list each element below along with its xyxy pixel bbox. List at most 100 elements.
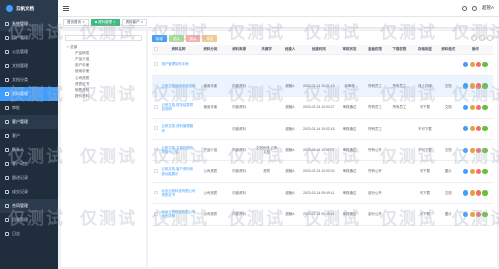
table-row[interactable]: 用户管理操作手册 bbox=[152, 54, 493, 76]
select-all-checkbox[interactable] bbox=[152, 45, 161, 55]
sidebar-item[interactable]: 跟进记录 bbox=[0, 171, 58, 185]
view-icon[interactable] bbox=[463, 211, 469, 218]
doc-name-link[interactable]: 云帆文档-客户资料系统功能展示 bbox=[160, 160, 197, 183]
download-icon[interactable] bbox=[482, 211, 488, 218]
row-checkbox[interactable] bbox=[152, 96, 161, 119]
add-button[interactable]: 新增 bbox=[152, 34, 167, 42]
fullscreen-icon[interactable] bbox=[471, 5, 477, 11]
row-checkbox[interactable] bbox=[152, 118, 161, 141]
edit-icon[interactable] bbox=[469, 126, 475, 132]
view-icon[interactable] bbox=[463, 126, 469, 132]
doc-name-link[interactable]: 云帆文档-资料管理模块 bbox=[160, 118, 197, 141]
doc-name-link[interactable]: 用户管理操作手册 bbox=[160, 54, 197, 76]
delete-icon[interactable] bbox=[476, 190, 482, 196]
edit-icon[interactable] bbox=[469, 104, 475, 111]
row-checkbox[interactable] bbox=[152, 139, 161, 162]
toggle-search-icon[interactable] bbox=[471, 35, 477, 41]
refresh-icon[interactable] bbox=[479, 35, 485, 41]
close-icon[interactable]: × bbox=[141, 20, 143, 24]
sidebar-item[interactable]: 文档管理 bbox=[0, 59, 58, 73]
doc-name-link[interactable]: 云帆文档-文档权限系统操作介绍 bbox=[160, 139, 197, 162]
table-row[interactable]: 北京云帆科技有限公司营业执照 公司资质 内部资料 超管A 2023-02-14 09:4… bbox=[152, 203, 493, 226]
view-icon[interactable] bbox=[463, 190, 469, 196]
columns-icon[interactable] bbox=[487, 35, 493, 41]
delete-icon[interactable] bbox=[476, 147, 482, 153]
close-icon[interactable]: × bbox=[114, 20, 116, 24]
delete-icon[interactable] bbox=[476, 211, 482, 218]
table-row[interactable]: 云帆文档-文档权限系统操作介绍 产品介绍 内部资料 文档系统 云帆文档 超管A 2023-… bbox=[152, 139, 493, 162]
table-row[interactable]: 云帆文档-财务结算项目说明 使用手册 内部资料 超管A 2023-02-14 10:02… bbox=[152, 96, 493, 119]
checkbox-icon[interactable] bbox=[154, 104, 159, 109]
delete-icon[interactable] bbox=[476, 83, 482, 89]
sidebar-item[interactable]: 客户 bbox=[0, 129, 58, 143]
download-icon[interactable] bbox=[482, 169, 488, 175]
row-checkbox[interactable] bbox=[152, 54, 161, 76]
tag-tab[interactable]: 首页首页 × bbox=[63, 18, 89, 26]
download-icon[interactable] bbox=[482, 83, 488, 89]
checkbox-icon[interactable] bbox=[154, 83, 159, 88]
sidebar-item[interactable]: 公告管理 bbox=[0, 45, 58, 59]
checkbox-icon[interactable] bbox=[154, 46, 159, 51]
row-checkbox[interactable] bbox=[152, 75, 161, 98]
view-icon[interactable] bbox=[463, 104, 469, 111]
edit-button[interactable]: 修改 bbox=[168, 34, 184, 42]
close-icon[interactable]: × bbox=[83, 20, 85, 24]
sidebar-item[interactable]: 联系人 bbox=[0, 143, 58, 157]
doc-name-link[interactable]: 北京云帆科技有限公司营业执照 bbox=[160, 203, 197, 226]
table-row[interactable]: 北京云帆科技有限公司资质证书 公司资质 内部资料 超管A 2023-02-14 09:4… bbox=[152, 182, 493, 205]
app-logo[interactable]: 云帆文档 bbox=[0, 0, 58, 17]
download-icon[interactable] bbox=[482, 62, 488, 68]
download-icon[interactable] bbox=[482, 190, 488, 196]
sidebar-item[interactable]: 合同管理 bbox=[0, 199, 58, 213]
tag-tab[interactable]: 资料客户 × bbox=[121, 18, 148, 26]
delete-icon[interactable] bbox=[476, 169, 482, 175]
delete-icon[interactable] bbox=[476, 126, 482, 132]
table-row[interactable]: 云帆文档-客户资料系统功能展示 公司资质 内部资料 资质 超管A 2023-02-14 1… bbox=[152, 160, 493, 183]
edit-icon[interactable] bbox=[469, 169, 475, 175]
sidebar-item[interactable]: 回款管理 bbox=[0, 213, 58, 227]
delete-icon[interactable] bbox=[476, 104, 482, 111]
row-checkbox[interactable] bbox=[152, 203, 161, 226]
sidebar-item[interactable]: 成交记录 bbox=[0, 185, 58, 199]
checkbox-icon[interactable] bbox=[154, 126, 159, 130]
delete-button[interactable]: 删除 bbox=[185, 34, 201, 42]
user-menu[interactable]: 超管A bbox=[482, 5, 494, 11]
view-icon[interactable] bbox=[463, 169, 469, 175]
sidebar-item[interactable]: 客户动态 bbox=[0, 157, 58, 171]
table-row[interactable]: 云帆文档使用系统说明 使用手册 内部资料 超管A 2023-02-14 10:31:19… bbox=[152, 75, 493, 98]
view-icon[interactable] bbox=[463, 147, 469, 153]
tag-tab[interactable]: 资料管理 × bbox=[90, 18, 120, 26]
edit-icon[interactable] bbox=[469, 83, 475, 89]
view-icon[interactable] bbox=[463, 62, 469, 68]
sidebar-item[interactable]: 文档分类 bbox=[0, 73, 58, 87]
tree-node[interactable]: 报价资料 bbox=[65, 94, 142, 100]
menu-toggle-icon[interactable] bbox=[63, 5, 69, 11]
checkbox-icon[interactable] bbox=[154, 190, 159, 195]
edit-icon[interactable] bbox=[469, 62, 475, 68]
sidebar-item[interactable]: 客户管理 bbox=[0, 115, 58, 129]
edit-icon[interactable] bbox=[469, 190, 475, 196]
row-checkbox[interactable] bbox=[152, 160, 161, 183]
doc-name-link[interactable]: 北京云帆科技有限公司资质证书 bbox=[160, 182, 197, 205]
sidebar-item[interactable]: 系统管理 bbox=[0, 17, 58, 31]
edit-icon[interactable] bbox=[469, 211, 475, 218]
checkbox-icon[interactable] bbox=[154, 169, 159, 173]
edit-icon[interactable] bbox=[469, 147, 475, 153]
sidebar-item[interactable]: 资料管理 bbox=[0, 87, 58, 101]
download-icon[interactable] bbox=[482, 104, 488, 111]
view-icon[interactable] bbox=[463, 83, 469, 89]
doc-name-link[interactable]: 云帆文档-财务结算项目说明 bbox=[160, 96, 197, 119]
tree-search-input[interactable] bbox=[65, 35, 142, 41]
checkbox-icon[interactable] bbox=[154, 211, 159, 216]
table-row[interactable]: 云帆文档-资料管理模块 内部资料 超管A 2023-02-14 10:02:18 审核通… bbox=[152, 118, 493, 141]
doc-name-link[interactable]: 云帆文档使用系统说明 bbox=[160, 75, 197, 98]
sidebar-item[interactable]: 日志 bbox=[0, 227, 58, 241]
delete-icon[interactable] bbox=[476, 62, 482, 68]
search-icon[interactable] bbox=[461, 5, 467, 11]
checkbox-icon[interactable] bbox=[154, 62, 159, 66]
sidebar-item[interactable]: 审批 bbox=[0, 101, 58, 115]
export-button[interactable]: 导出 bbox=[202, 34, 218, 42]
download-icon[interactable] bbox=[482, 126, 488, 132]
download-icon[interactable] bbox=[482, 147, 488, 153]
row-checkbox[interactable] bbox=[152, 182, 161, 205]
